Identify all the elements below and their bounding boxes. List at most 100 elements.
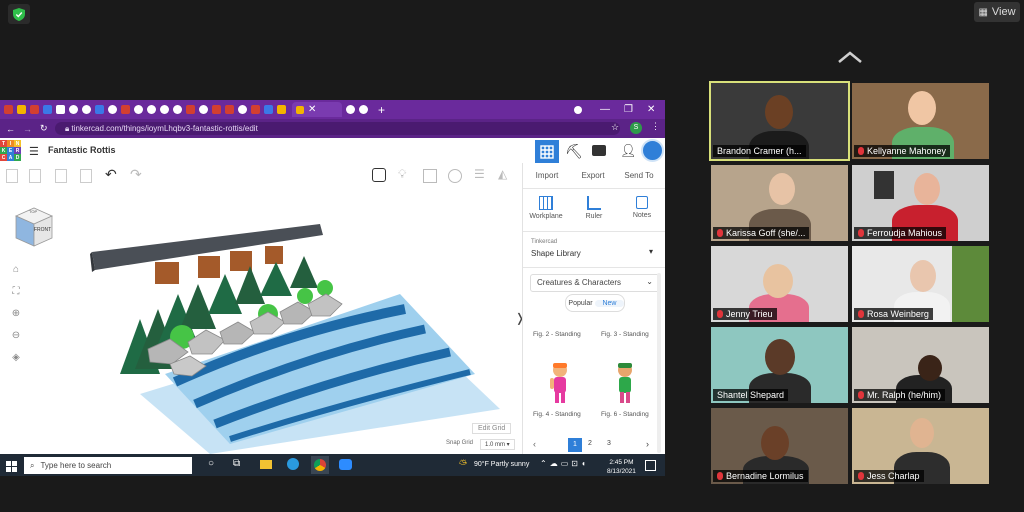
pickaxe-icon[interactable]: ⛏︎ (565, 143, 583, 160)
browser-tab[interactable] (134, 105, 143, 114)
browser-tab-active[interactable]: ✕ (292, 102, 342, 117)
close-tab-icon[interactable]: ✕ (308, 104, 316, 115)
user-avatar[interactable] (641, 139, 664, 162)
participant-tile[interactable]: Jenny Trieu (711, 246, 848, 322)
shape-library-select[interactable]: Shape Library (531, 249, 581, 258)
edit-grid-button[interactable]: Edit Grid (472, 423, 512, 434)
workplane-canvas[interactable]: TOP FRONT ⌂ ⛶ ⊕ ⊖ ◈ Edit Grid Snap Grid … (0, 189, 525, 454)
browser-tab[interactable] (212, 105, 221, 114)
browser-tab[interactable] (186, 105, 195, 114)
reload-icon[interactable]: ↻ (40, 123, 48, 134)
show-hide-icon[interactable] (372, 168, 386, 182)
align-icon[interactable]: ☰ (474, 167, 485, 181)
snap-grid-select[interactable]: 1.0 mm ▾ (480, 439, 515, 450)
zoom-app-icon[interactable] (339, 459, 352, 470)
browser-tab[interactable] (238, 105, 247, 114)
participant-tile[interactable]: Jess Charlap (852, 408, 989, 484)
workplane-tool[interactable]: Workplane (527, 196, 565, 220)
browser-tab[interactable] (95, 105, 104, 114)
tinkercad-logo[interactable]: T I N K E R C A D (0, 140, 22, 162)
url-field[interactable]: 🔒︎ tinkercad.com/things/ioymLhqbv3-fanta… (55, 122, 620, 135)
send-to-button[interactable]: Send To (617, 167, 661, 185)
paste-icon[interactable] (29, 169, 41, 183)
participant-tile[interactable]: Brandon Cramer (h... (709, 81, 850, 161)
cortana-icon[interactable]: ○ (208, 458, 214, 469)
browser-tab[interactable] (251, 105, 260, 114)
delete-icon[interactable] (80, 169, 92, 183)
back-icon[interactable]: ← (6, 124, 15, 134)
redo-icon[interactable]: ↷ (130, 166, 142, 183)
shape-item-label[interactable]: Fig. 6 - Standing (601, 411, 649, 418)
dropdown-arrow-icon[interactable]: ▾ (649, 247, 653, 256)
chevron-up-icon[interactable] (837, 50, 863, 69)
clock[interactable]: 2:45 PM 8/13/2021 (607, 458, 636, 476)
edge-icon[interactable] (287, 458, 299, 470)
new-tab-icon[interactable]: + (378, 103, 385, 117)
zoom-out-icon[interactable]: ⊖ (9, 325, 23, 347)
browser-tab[interactable] (30, 105, 39, 114)
chrome-taskbar-button[interactable] (311, 456, 329, 474)
project-title[interactable]: Fantastic Rottis (48, 145, 116, 155)
browser-tab[interactable] (4, 105, 13, 114)
participant-tile[interactable]: Karissa Goff (she/... (711, 165, 848, 241)
figure-4-thumbnail[interactable] (549, 361, 571, 410)
maximize-icon[interactable]: ❐ (624, 104, 633, 115)
design-list-icon[interactable]: ☰ (29, 145, 39, 158)
panel-scrollbar[interactable] (657, 273, 661, 453)
participant-tile[interactable]: Kellyanne Mahoney (852, 83, 989, 159)
taskbar-search[interactable]: ⌕ Type here to search (24, 457, 192, 474)
bricks-icon[interactable] (592, 145, 606, 156)
close-window-icon[interactable]: ✕ (647, 104, 655, 115)
new-tab[interactable]: New (595, 299, 624, 307)
view-button[interactable]: ▦ View (974, 2, 1020, 22)
browser-tab[interactable] (108, 105, 117, 114)
page-2-button[interactable]: 2 (588, 440, 592, 447)
mirror-icon[interactable]: ◭ (498, 167, 507, 181)
notes-tool[interactable]: Notes (623, 196, 661, 219)
ruler-tool[interactable]: Ruler (575, 196, 613, 220)
figure-6-thumbnail[interactable] (614, 361, 636, 410)
shape-item-label[interactable]: Fig. 2 - Standing (533, 331, 581, 338)
import-button[interactable]: Import (525, 167, 569, 185)
browser-tab[interactable] (346, 105, 355, 114)
browser-tab[interactable] (160, 105, 169, 114)
forward-icon[interactable]: → (23, 124, 32, 134)
home-view-icon[interactable]: ⌂ (9, 259, 23, 281)
category-select[interactable]: Creatures & Characters ⌄ (530, 274, 660, 292)
participant-tile[interactable]: Shantel Shepard (711, 327, 848, 403)
3d-view-button[interactable] (535, 140, 559, 163)
undo-icon[interactable]: ↶ (105, 166, 117, 183)
browser-tab[interactable] (173, 105, 182, 114)
copy-icon[interactable] (6, 169, 18, 183)
browser-tab[interactable] (199, 105, 208, 114)
file-explorer-icon[interactable] (260, 460, 272, 469)
browser-tab[interactable] (17, 105, 26, 114)
next-page-icon[interactable]: › (646, 439, 649, 449)
popular-tab[interactable]: Popular (566, 300, 595, 307)
browser-tab[interactable] (56, 105, 65, 114)
export-button[interactable]: Export (571, 167, 615, 185)
perspective-icon[interactable]: ◈ (9, 347, 23, 369)
participant-tile[interactable]: Mr. Ralph (he/him) (852, 327, 989, 403)
chrome-menu-icon[interactable] (574, 105, 582, 114)
ungroup-icon[interactable] (448, 169, 462, 183)
shape-item-label[interactable]: Fig. 3 - Standing (601, 331, 649, 338)
windows-start-icon[interactable] (6, 459, 17, 476)
browser-tab[interactable] (121, 105, 130, 114)
participant-tile[interactable]: Bernadine Lormilus (711, 408, 848, 484)
shape-item-label[interactable]: Fig. 4 - Standing (533, 411, 581, 418)
prev-page-icon[interactable]: ‹ (533, 439, 536, 449)
browser-tab[interactable] (359, 105, 368, 114)
3d-scene[interactable] (80, 224, 500, 454)
task-view-icon[interactable]: ⧉ (233, 458, 240, 469)
duplicate-icon[interactable] (55, 169, 67, 183)
browser-tab[interactable] (225, 105, 234, 114)
security-shield-icon[interactable] (8, 4, 30, 24)
add-user-icon[interactable]: 👤︎ (620, 143, 637, 159)
browser-tab[interactable] (82, 105, 91, 114)
browser-tab[interactable] (43, 105, 52, 114)
light-bulb-icon[interactable]: 💡︎ (398, 167, 406, 182)
participant-tile[interactable]: Rosa Weinberg (852, 246, 989, 322)
browser-tab[interactable] (69, 105, 78, 114)
browser-tab[interactable] (264, 105, 273, 114)
